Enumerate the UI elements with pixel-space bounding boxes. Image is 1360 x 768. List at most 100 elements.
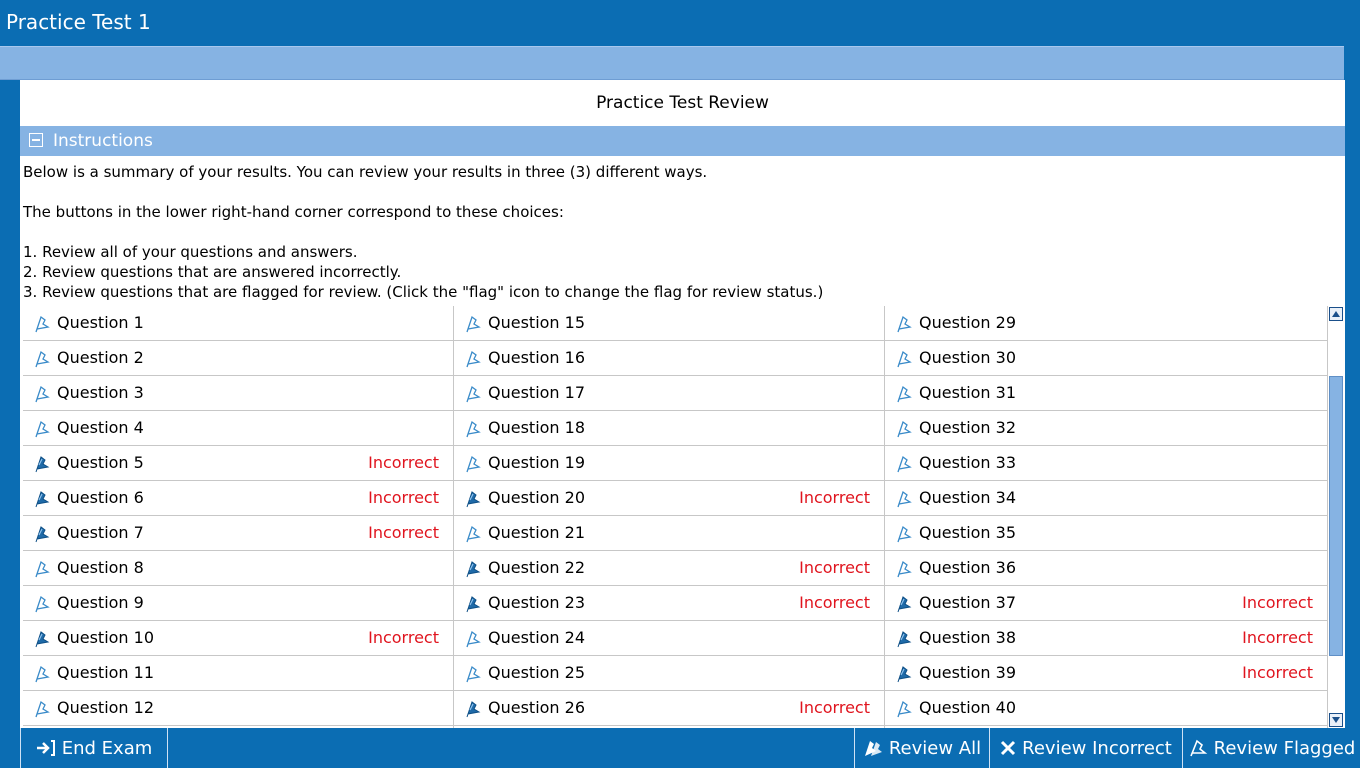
question-label[interactable]: Question 32: [919, 418, 1016, 437]
question-row[interactable]: Question 29: [885, 306, 1327, 341]
flag-icon[interactable]: [895, 314, 915, 334]
question-label[interactable]: Question 26: [488, 698, 585, 717]
question-label[interactable]: Question 10: [57, 628, 154, 647]
flag-icon[interactable]: [33, 349, 53, 369]
flag-icon[interactable]: [464, 594, 484, 614]
question-label[interactable]: Question 25: [488, 663, 585, 682]
question-row[interactable]: Question 31: [885, 376, 1327, 411]
scroll-thumb[interactable]: [1329, 376, 1343, 656]
question-row[interactable]: Question 4: [23, 411, 453, 446]
flag-icon[interactable]: [464, 489, 484, 509]
instructions-header[interactable]: Instructions: [20, 126, 1345, 156]
question-label[interactable]: Question 17: [488, 383, 585, 402]
question-row[interactable]: Question 21: [454, 516, 884, 551]
question-label[interactable]: Question 22: [488, 558, 585, 577]
flag-icon[interactable]: [464, 384, 484, 404]
flag-icon[interactable]: [895, 629, 915, 649]
question-label[interactable]: Question 24: [488, 628, 585, 647]
question-row[interactable]: Question 37 Incorrect: [885, 586, 1327, 621]
question-label[interactable]: Question 33: [919, 453, 1016, 472]
flag-icon[interactable]: [33, 524, 53, 544]
flag-icon[interactable]: [895, 384, 915, 404]
flag-icon[interactable]: [895, 594, 915, 614]
question-label[interactable]: Question 4: [57, 418, 144, 437]
end-exam-button[interactable]: End Exam: [20, 728, 168, 768]
question-label[interactable]: Question 12: [57, 698, 154, 717]
question-row[interactable]: Question 2: [23, 341, 453, 376]
question-row[interactable]: Question 26 Incorrect: [454, 691, 884, 726]
question-row[interactable]: Question 5 Incorrect: [23, 446, 453, 481]
collapse-icon[interactable]: [29, 133, 43, 147]
question-row[interactable]: Question 23 Incorrect: [454, 586, 884, 621]
question-row[interactable]: Question 36: [885, 551, 1327, 586]
question-label[interactable]: Question 38: [919, 628, 1016, 647]
flag-icon[interactable]: [464, 349, 484, 369]
flag-icon[interactable]: [895, 524, 915, 544]
question-label[interactable]: Question 3: [57, 383, 144, 402]
question-label[interactable]: Question 31: [919, 383, 1016, 402]
flag-icon[interactable]: [464, 629, 484, 649]
flag-icon[interactable]: [895, 454, 915, 474]
question-row[interactable]: Question 11: [23, 656, 453, 691]
question-label[interactable]: Question 36: [919, 558, 1016, 577]
flag-icon[interactable]: [895, 489, 915, 509]
question-label[interactable]: Question 18: [488, 418, 585, 437]
question-label[interactable]: Question 1: [57, 313, 144, 332]
question-label[interactable]: Question 16: [488, 348, 585, 367]
question-row[interactable]: Question 24: [454, 621, 884, 656]
question-row[interactable]: Question 15: [454, 306, 884, 341]
question-label[interactable]: Question 7: [57, 523, 144, 542]
question-row[interactable]: Question 32: [885, 411, 1327, 446]
question-label[interactable]: Question 34: [919, 488, 1016, 507]
review-incorrect-button[interactable]: Review Incorrect: [989, 728, 1183, 768]
question-label[interactable]: Question 40: [919, 698, 1016, 717]
flag-icon[interactable]: [33, 384, 53, 404]
question-row[interactable]: Question 20 Incorrect: [454, 481, 884, 516]
flag-icon[interactable]: [895, 419, 915, 439]
flag-icon[interactable]: [33, 489, 53, 509]
question-row[interactable]: Question 25: [454, 656, 884, 691]
scroll-up-button[interactable]: [1329, 307, 1343, 321]
flag-icon[interactable]: [464, 454, 484, 474]
question-row[interactable]: Question 8: [23, 551, 453, 586]
question-row[interactable]: Question 22 Incorrect: [454, 551, 884, 586]
flag-icon[interactable]: [895, 664, 915, 684]
question-row[interactable]: Question 18: [454, 411, 884, 446]
flag-icon[interactable]: [895, 559, 915, 579]
question-label[interactable]: Question 20: [488, 488, 585, 507]
question-row[interactable]: Question 34: [885, 481, 1327, 516]
question-row[interactable]: Question 7 Incorrect: [23, 516, 453, 551]
question-label[interactable]: Question 35: [919, 523, 1016, 542]
question-row[interactable]: Question 35: [885, 516, 1327, 551]
question-row[interactable]: Question 6 Incorrect: [23, 481, 453, 516]
question-label[interactable]: Question 6: [57, 488, 144, 507]
question-row[interactable]: Question 12: [23, 691, 453, 726]
flag-icon[interactable]: [33, 629, 53, 649]
question-row[interactable]: Question 3: [23, 376, 453, 411]
question-label[interactable]: Question 2: [57, 348, 144, 367]
question-row[interactable]: Question 38 Incorrect: [885, 621, 1327, 656]
question-label[interactable]: Question 39: [919, 663, 1016, 682]
question-label[interactable]: Question 23: [488, 593, 585, 612]
flag-icon[interactable]: [33, 664, 53, 684]
question-row[interactable]: Question 17: [454, 376, 884, 411]
question-row[interactable]: Question 9: [23, 586, 453, 621]
question-label[interactable]: Question 9: [57, 593, 144, 612]
question-row[interactable]: Question 30: [885, 341, 1327, 376]
vertical-scrollbar[interactable]: [1327, 306, 1345, 728]
flag-icon[interactable]: [464, 559, 484, 579]
question-label[interactable]: Question 21: [488, 523, 585, 542]
scroll-down-button[interactable]: [1329, 713, 1343, 727]
question-label[interactable]: Question 19: [488, 453, 585, 472]
review-all-button[interactable]: Review All: [854, 728, 990, 768]
flag-icon[interactable]: [33, 454, 53, 474]
flag-icon[interactable]: [33, 559, 53, 579]
question-row[interactable]: Question 10 Incorrect: [23, 621, 453, 656]
flag-icon[interactable]: [464, 664, 484, 684]
flag-icon[interactable]: [464, 314, 484, 334]
flag-icon[interactable]: [33, 419, 53, 439]
flag-icon[interactable]: [464, 524, 484, 544]
question-label[interactable]: Question 15: [488, 313, 585, 332]
flag-icon[interactable]: [895, 349, 915, 369]
question-row[interactable]: Question 40: [885, 691, 1327, 726]
